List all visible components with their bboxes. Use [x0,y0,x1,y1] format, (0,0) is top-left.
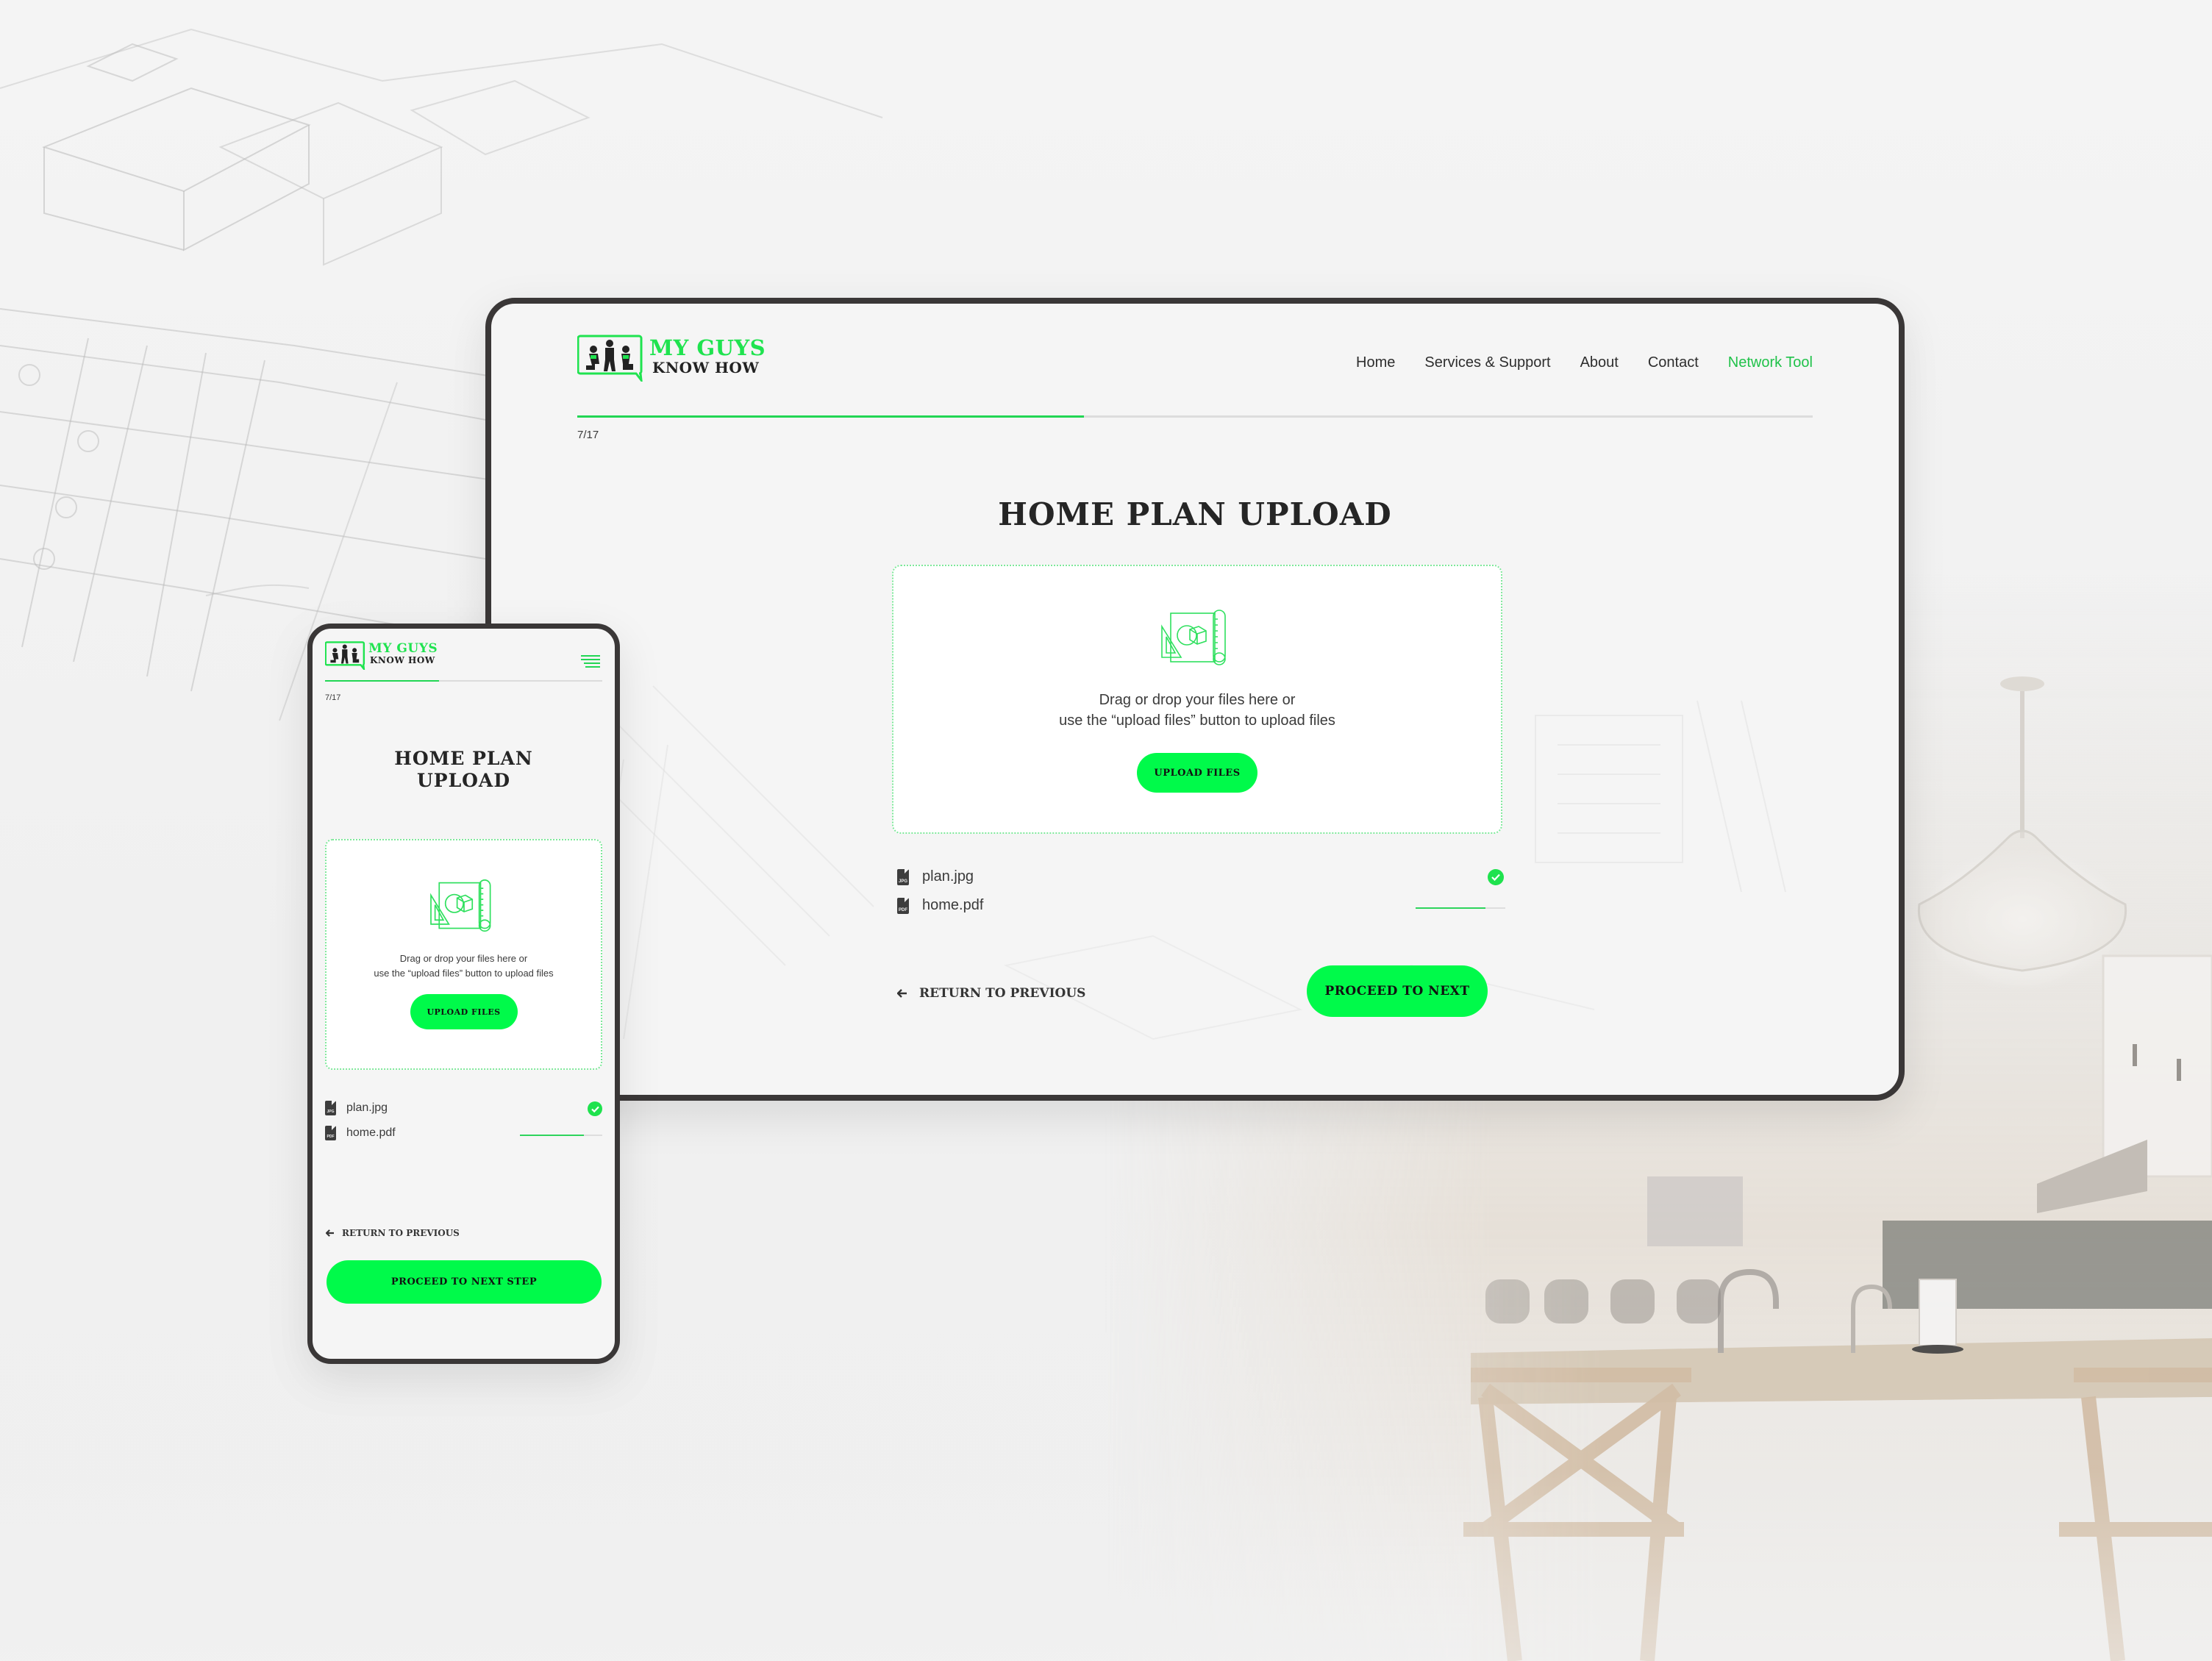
logo-people-icon [325,641,365,670]
file-name: home.pdf [346,1126,396,1139]
file-row-home-pdf: PDF home.pdf [897,897,983,914]
hamburger-menu-icon[interactable] [581,655,600,668]
dropzone-line-2: use the “upload files” button to upload … [1059,712,1335,729]
return-label: RETURN TO PREVIOUS [919,986,1086,1001]
file-upload-progress-fill [1416,907,1486,909]
nav-contact[interactable]: Contact [1648,354,1699,371]
nav-network-tool[interactable]: Network Tool [1728,354,1813,371]
dropzone-instructions: Drag or drop your files here or use the … [1059,690,1335,731]
logo-line-1: MY GUYS [649,335,766,360]
logo-line-2: KNOW HOW [652,359,760,376]
return-label: RETURN TO PREVIOUS [342,1228,460,1238]
pdf-file-icon: PDF [325,1126,336,1140]
upload-complete-check-icon [1488,869,1504,885]
logo-people-icon [577,335,643,382]
file-dropzone-mobile[interactable]: Drag or drop your files here or use the … [325,839,602,1070]
nav-about[interactable]: About [1580,354,1619,371]
dropzone-line-2: use the “upload files” button to upload … [374,968,554,979]
logo-line-1: MY GUYS [368,641,438,656]
dropzone-instructions-mobile: Drag or drop your files here or use the … [374,951,553,981]
page-title-line-1: HOME PLAN [394,748,533,769]
background-fade [0,1470,2212,1661]
jpg-file-icon: JPG [325,1101,336,1115]
step-progress-fill [577,415,1084,418]
logo-line-2: KNOW HOW [370,655,435,665]
step-progress-bar [577,415,1813,418]
file-dropzone[interactable]: Drag or drop your files here or use the … [892,565,1502,834]
dropzone-line-1: Drag or drop your files here or [399,953,528,964]
desktop-browser-frame: MY GUYS KNOW HOW Home Services & Support… [485,298,1905,1101]
step-counter: 7/17 [577,429,599,441]
step-progress-bar-mobile [325,680,602,682]
upload-files-button[interactable]: UPLOAD FILES [1137,753,1257,793]
mobile-phone-frame: MY GUYS KNOW HOW 7/17 HOME PLAN UPLOAD D… [307,624,620,1364]
file-row-home-pdf-mobile: PDF home.pdf [325,1126,396,1140]
file-upload-progress-bar-mobile [520,1135,602,1136]
arrow-left-icon [326,1229,334,1237]
page-title: HOME PLAN UPLOAD [998,496,1392,532]
dropzone-line-1: Drag or drop your files here or [1099,692,1296,708]
nav-home[interactable]: Home [1356,354,1395,371]
file-upload-progress-fill-mobile [520,1135,585,1136]
blueprint-icon [429,879,490,932]
file-row-plan-jpg: JPG plan.jpg [897,868,974,885]
jpg-file-icon: JPG [897,868,909,885]
proceed-to-next-button[interactable]: PROCEED TO NEXT [1307,965,1488,1017]
brand-logo-mobile[interactable]: MY GUYS KNOW HOW [325,640,438,670]
brand-logo[interactable]: MY GUYS KNOW HOW [577,333,766,382]
step-counter-mobile: 7/17 [325,693,341,702]
proceed-to-next-step-button[interactable]: PROCEED TO NEXT STEP [327,1260,602,1304]
file-name: home.pdf [922,897,984,913]
main-nav: Home Services & Support About Contact Ne… [1356,354,1813,371]
nav-services-support[interactable]: Services & Support [1424,354,1550,371]
return-to-previous-link[interactable]: RETURN TO PREVIOUS [897,986,1085,1001]
upload-files-button-mobile[interactable]: UPLOAD FILES [410,994,518,1029]
blueprint-icon [1161,610,1226,665]
arrow-left-icon [897,989,907,998]
file-upload-progress-bar [1416,907,1505,909]
page-title-line-2: UPLOAD [416,770,511,791]
file-row-plan-jpg-mobile: JPG plan.jpg [325,1101,388,1115]
step-progress-fill-mobile [325,680,439,682]
page-title-mobile: HOME PLAN UPLOAD [313,748,615,792]
return-to-previous-link-mobile[interactable]: RETURN TO PREVIOUS [326,1228,460,1238]
file-name: plan.jpg [346,1101,388,1114]
pdf-file-icon: PDF [897,897,909,914]
file-name: plan.jpg [922,868,974,885]
upload-complete-check-icon [588,1101,602,1116]
